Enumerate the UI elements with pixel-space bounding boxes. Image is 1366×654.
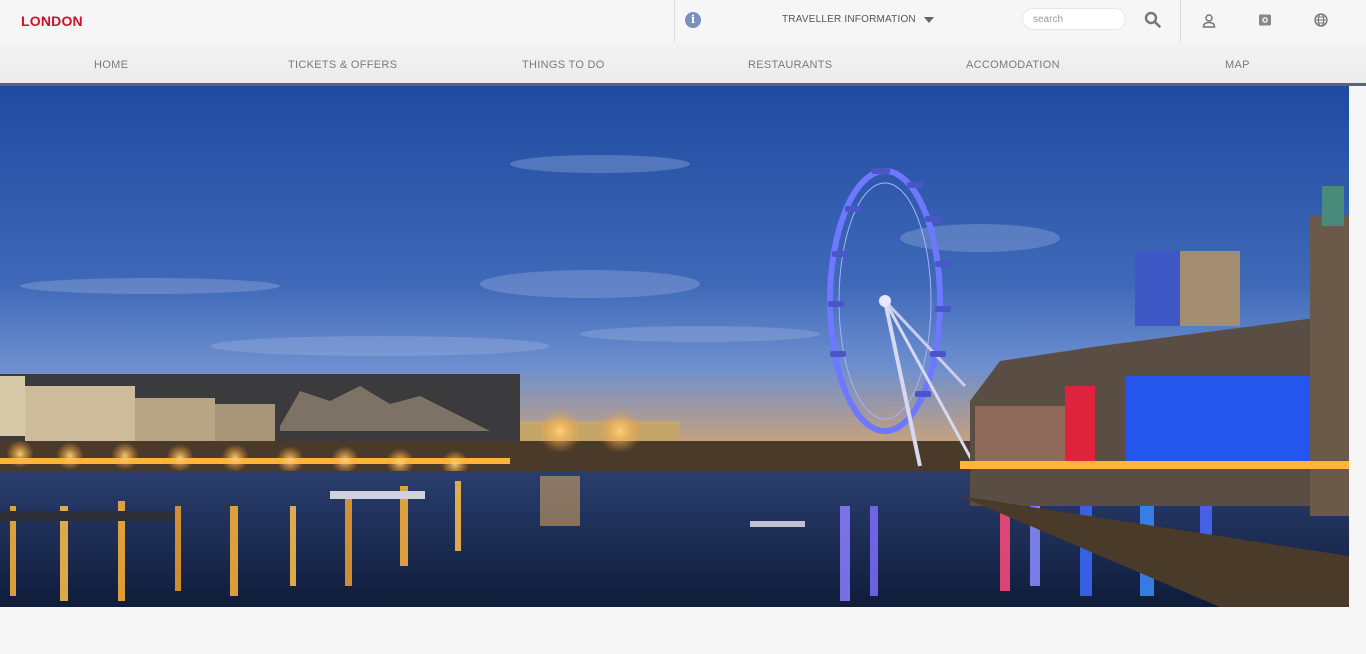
hero-image [0,86,1349,607]
search-icon[interactable] [1144,11,1162,29]
traveller-information-label: TRAVELLER INFORMATION [782,14,916,25]
caret-down-icon [923,16,934,23]
traveller-information-dropdown[interactable]: TRAVELLER INFORMATION [782,14,934,25]
main-navigation: HOME TICKETS & OFFERS THINGS TO DO RESTA… [0,42,1366,83]
nav-item-accomodation[interactable]: ACCOMODATION [966,59,1060,71]
header-divider [1180,0,1181,42]
globe-icon[interactable] [1314,13,1328,27]
user-icon[interactable] [1201,13,1217,29]
top-bar: LONDON i TRAVELLER INFORMATION [0,0,1366,42]
search-input[interactable] [1022,8,1126,30]
page-scrollbar[interactable] [1349,86,1366,654]
brand-logo[interactable]: LONDON [21,13,83,29]
nav-item-home[interactable]: HOME [94,59,128,71]
header-divider [674,0,675,42]
info-circle-icon[interactable]: i [685,12,701,28]
nav-item-map[interactable]: MAP [1225,59,1250,71]
south-bank-lights [960,461,1349,469]
camera-icon[interactable] [1258,13,1272,27]
nav-item-things-to-do[interactable]: THINGS TO DO [522,59,605,71]
nav-item-tickets-offers[interactable]: TICKETS & OFFERS [288,59,397,71]
hero-banner [0,86,1349,607]
nav-item-restaurants[interactable]: RESTAURANTS [748,59,832,71]
